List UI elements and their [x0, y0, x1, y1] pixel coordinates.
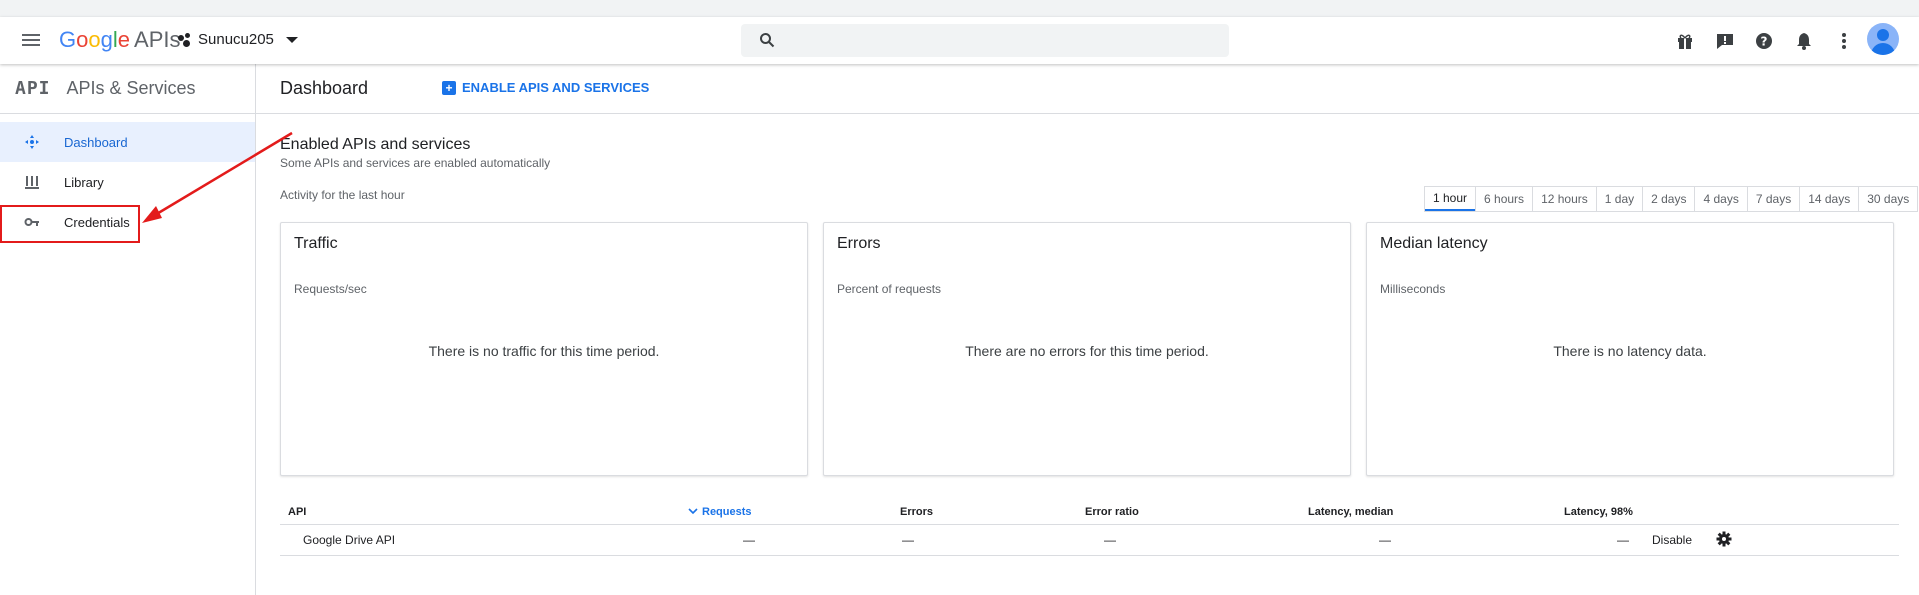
- feedback-icon[interactable]: [1715, 31, 1735, 51]
- library-icon: [25, 176, 39, 189]
- notifications-bell-icon[interactable]: [1794, 31, 1814, 51]
- sort-arrow-icon: [688, 508, 698, 515]
- annotation-highlight-box: [0, 205, 140, 243]
- cell-requests: —: [743, 533, 755, 547]
- gift-icon[interactable]: [1675, 31, 1695, 51]
- cell-latency-98: —: [1617, 533, 1629, 547]
- browser-top-strip: [0, 0, 1919, 18]
- range-2-days[interactable]: 2 days: [1642, 187, 1694, 211]
- range-6-hours[interactable]: 6 hours: [1475, 187, 1532, 211]
- chevron-down-icon: [285, 36, 298, 43]
- card-subtitle: Requests/sec: [294, 282, 367, 296]
- cell-error-ratio: —: [1104, 533, 1116, 547]
- more-vert-icon[interactable]: [1834, 31, 1854, 51]
- cell-latency-median: —: [1379, 533, 1391, 547]
- sidebar: API APIs & Services Dashboard Library Cr…: [0, 64, 256, 595]
- card-title: Errors: [837, 235, 881, 252]
- main-header: Dashboard + ENABLE APIS AND SERVICES: [256, 64, 1919, 114]
- table-row[interactable]: Google Drive API — — — — — Disable: [280, 525, 1899, 556]
- section-subtitle: Some APIs and services are enabled autom…: [280, 156, 551, 170]
- card-title: Median latency: [1380, 235, 1488, 252]
- sidebar-header: API APIs & Services: [0, 64, 255, 114]
- col-api[interactable]: API: [288, 506, 306, 518]
- search-icon: [760, 33, 775, 48]
- card-empty-message: There is no traffic for this time period…: [428, 343, 660, 359]
- api-table-header: API Requests Errors Error ratio Latency,…: [280, 502, 1899, 525]
- search-input[interactable]: [787, 30, 1211, 52]
- activity-label: Activity for the last hour: [280, 188, 405, 202]
- sidebar-item-library[interactable]: Library: [0, 162, 255, 202]
- api-logo-icon: API: [15, 78, 51, 99]
- card-subtitle: Percent of requests: [837, 282, 942, 296]
- card-empty-message: There are no errors for this time period…: [965, 343, 1209, 359]
- disable-button[interactable]: Disable: [1652, 533, 1692, 547]
- range-12-hours[interactable]: 12 hours: [1532, 187, 1596, 211]
- user-avatar[interactable]: [1867, 23, 1899, 55]
- svg-text:?: ?: [1761, 35, 1768, 49]
- card-title: Traffic: [294, 235, 338, 252]
- col-error-ratio[interactable]: Error ratio: [1085, 506, 1139, 518]
- range-14-days[interactable]: 14 days: [1799, 187, 1858, 211]
- col-requests[interactable]: Requests: [688, 506, 752, 518]
- main-content: Dashboard + ENABLE APIS AND SERVICES Ena…: [256, 64, 1919, 595]
- plus-icon: +: [442, 80, 456, 95]
- top-app-bar: Google APIs Sunucu205 ?: [0, 17, 1919, 64]
- sidebar-title: APIs & Services: [66, 78, 196, 98]
- project-icon: [178, 32, 192, 47]
- range-30-days[interactable]: 30 days: [1858, 187, 1917, 211]
- section-title: Enabled APIs and services: [280, 136, 471, 153]
- range-1-day[interactable]: 1 day: [1595, 187, 1642, 211]
- project-selector[interactable]: Sunucu205: [178, 31, 298, 48]
- dashboard-icon: [25, 135, 39, 149]
- col-errors[interactable]: Errors: [900, 506, 933, 518]
- card-empty-message: There is no latency data.: [1553, 343, 1707, 359]
- hamburger-menu-icon[interactable]: [22, 31, 42, 49]
- col-latency-98[interactable]: Latency, 98%: [1564, 506, 1633, 518]
- range-7-days[interactable]: 7 days: [1746, 187, 1799, 211]
- col-latency-median[interactable]: Latency, median: [1308, 506, 1393, 518]
- gear-icon[interactable]: [1716, 531, 1732, 550]
- errors-card: Errors Percent of requests There are no …: [823, 222, 1351, 476]
- range-4-days[interactable]: 4 days: [1694, 187, 1746, 211]
- range-1-hour[interactable]: 1 hour: [1425, 187, 1476, 211]
- help-icon[interactable]: ?: [1754, 31, 1774, 51]
- card-subtitle: Milliseconds: [1380, 282, 1446, 296]
- search-bar[interactable]: [741, 24, 1229, 57]
- project-name: Sunucu205: [198, 31, 274, 48]
- time-range-selector: 1 hour 6 hours 12 hours 1 day 2 days 4 d…: [1424, 186, 1919, 212]
- google-apis-logo[interactable]: Google APIs: [59, 27, 180, 53]
- sidebar-item-dashboard[interactable]: Dashboard: [0, 122, 255, 162]
- traffic-card: Traffic Requests/sec There is no traffic…: [280, 222, 808, 476]
- enable-apis-button[interactable]: + ENABLE APIS AND SERVICES: [442, 80, 649, 95]
- api-name-link[interactable]: Google Drive API: [303, 533, 395, 547]
- cell-errors: —: [902, 533, 914, 547]
- page-title: Dashboard: [280, 78, 369, 98]
- median-latency-card: Median latency Milliseconds There is no …: [1366, 222, 1894, 476]
